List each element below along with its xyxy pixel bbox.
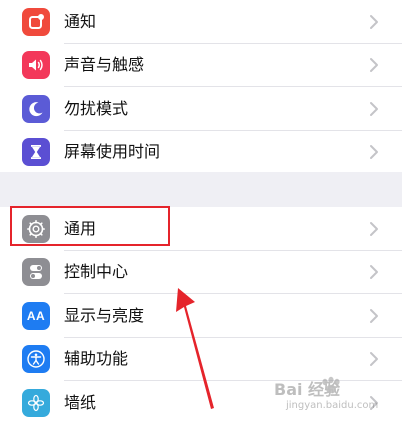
settings-row-label: 墙纸 <box>64 392 97 412</box>
settings-row-general[interactable]: 通用 <box>0 207 402 251</box>
notification-icon <box>22 7 50 36</box>
chevron-right-icon <box>368 221 380 237</box>
settings-group-2: 通用 控制中心 AA 显示与亮度 辅助功能 墙纸 <box>0 207 402 424</box>
settings-row-label: 控制中心 <box>64 262 129 282</box>
chevron-right-icon <box>368 264 380 280</box>
settings-row-label: 声音与触感 <box>64 55 145 75</box>
flower-icon <box>22 388 50 417</box>
settings-row-display-brightness[interactable]: AA 显示与亮度 <box>0 294 402 338</box>
text-size-icon: AA <box>22 301 50 330</box>
settings-row-label: 显示与亮度 <box>64 305 145 325</box>
chevron-right-icon <box>368 57 380 73</box>
settings-row-label: 屏幕使用时间 <box>64 142 161 162</box>
chevron-right-icon <box>368 395 380 411</box>
settings-row-accessibility[interactable]: 辅助功能 <box>0 338 402 381</box>
chevron-right-icon <box>368 351 380 367</box>
settings-row-label: 勿扰模式 <box>64 98 129 118</box>
settings-row-do-not-disturb[interactable]: 勿扰模式 <box>0 87 402 131</box>
accessibility-icon <box>22 345 50 374</box>
settings-screen: 通知 声音与触感 勿扰模式 屏幕使用时间 通用 控制中心 AA 显示与亮度 辅助… <box>0 0 402 424</box>
settings-group-1: 通知 声音与触感 勿扰模式 屏幕使用时间 <box>0 0 402 172</box>
chevron-right-icon <box>368 14 380 30</box>
settings-row-screen-time[interactable]: 屏幕使用时间 <box>0 131 402 175</box>
speaker-icon <box>22 51 50 80</box>
settings-row-notifications[interactable]: 通知 <box>0 0 402 44</box>
hourglass-icon <box>22 138 50 167</box>
gear-icon <box>22 214 50 243</box>
chevron-right-icon <box>368 144 380 160</box>
settings-row-label: 通用 <box>64 218 97 238</box>
chevron-right-icon <box>368 308 380 324</box>
settings-row-wallpaper[interactable]: 墙纸 <box>0 381 402 424</box>
settings-row-label: 辅助功能 <box>64 349 129 369</box>
settings-row-control-center[interactable]: 控制中心 <box>0 251 402 294</box>
toggle-icon <box>22 258 50 287</box>
text-size-glyph: AA <box>26 308 46 323</box>
settings-row-sounds[interactable]: 声音与触感 <box>0 44 402 87</box>
chevron-right-icon <box>368 101 380 117</box>
settings-row-label: 通知 <box>64 11 97 31</box>
section-separator <box>0 172 402 207</box>
moon-icon <box>22 94 50 123</box>
